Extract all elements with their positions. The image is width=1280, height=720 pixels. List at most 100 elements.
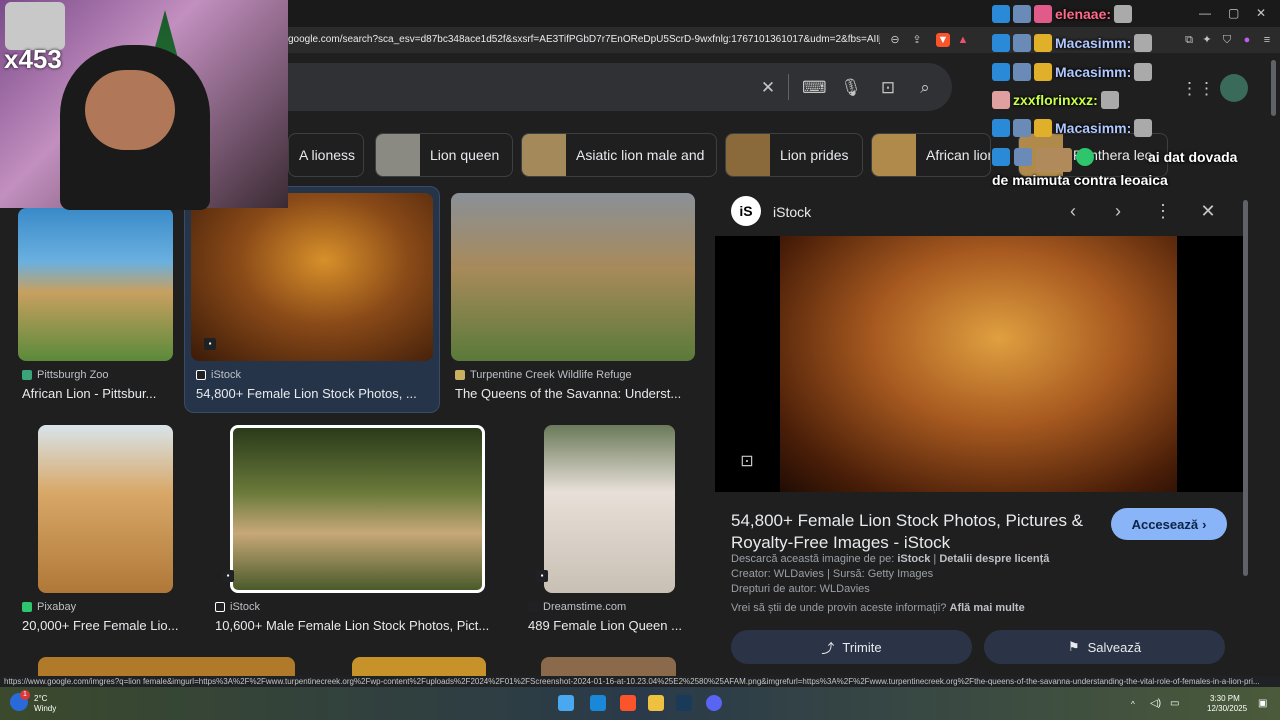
learn-more-link[interactable]: Află mai multe bbox=[950, 602, 1025, 614]
apps-grid-icon[interactable]: ⋮⋮ bbox=[1181, 78, 1215, 100]
result-image[interactable] bbox=[230, 425, 485, 593]
previous-icon[interactable]: ‹ bbox=[1061, 199, 1085, 223]
maximize-icon[interactable]: ▢ bbox=[1228, 6, 1239, 20]
brave-shield-icon[interactable]: ▼ bbox=[936, 33, 950, 47]
share-button[interactable]: ⤴ Trimite bbox=[731, 630, 972, 664]
result-title[interactable]: 10,600+ Male Female Lion Stock Photos, P… bbox=[215, 618, 505, 633]
search-icon[interactable]: ⌕ bbox=[914, 77, 936, 99]
shield-icon[interactable]: ⛉ bbox=[1220, 33, 1234, 47]
badge-icon bbox=[1034, 5, 1052, 23]
chip-african-lion[interactable]: African lion bbox=[871, 133, 991, 177]
notifications-icon[interactable]: ▣ bbox=[1258, 699, 1267, 709]
page-scrollbar[interactable] bbox=[1271, 60, 1276, 116]
emote-icon bbox=[1134, 34, 1153, 52]
weather-text[interactable]: Windy bbox=[34, 704, 56, 713]
result-title[interactable]: 54,800+ Female Lion Stock Photos, ... bbox=[196, 386, 430, 401]
pixabay-favicon bbox=[22, 602, 32, 612]
chip-lion-queen[interactable]: Lion queen bbox=[375, 133, 513, 177]
copyright-line: Drepturi de autor: WLDavies bbox=[731, 583, 870, 595]
result-title[interactable]: 489 Female Lion Queen ... bbox=[528, 618, 693, 633]
clock-time[interactable]: 3:30 PM bbox=[1210, 694, 1240, 703]
emote-icon bbox=[1036, 148, 1072, 172]
menu-icon[interactable]: ≡ bbox=[1260, 33, 1274, 47]
emote-icon bbox=[1134, 63, 1153, 81]
chip-lion-prides[interactable]: Lion prides bbox=[725, 133, 863, 177]
rewards-icon[interactable]: ▲ bbox=[956, 33, 970, 47]
start-icon[interactable] bbox=[558, 695, 574, 711]
chevron-right-icon: › bbox=[1202, 516, 1207, 532]
source-name: iStock bbox=[211, 369, 241, 381]
steam-icon[interactable] bbox=[676, 695, 692, 711]
more-options-icon[interactable]: ⋮ bbox=[1151, 199, 1175, 223]
keyboard-icon[interactable]: ⌨ bbox=[802, 77, 827, 99]
file-explorer-icon[interactable] bbox=[648, 695, 664, 711]
network-icon[interactable]: ▭ bbox=[1170, 699, 1179, 709]
clock-date[interactable]: 12/30/2025 bbox=[1207, 704, 1247, 713]
badge-icon bbox=[992, 63, 1010, 81]
result-source[interactable]: Pixabay bbox=[22, 601, 76, 613]
url-text[interactable]: google.com/search?sca_esv=d87bc348ace1d5… bbox=[288, 34, 880, 45]
discord-icon[interactable] bbox=[706, 695, 722, 711]
taskbar-app-icon[interactable] bbox=[590, 695, 606, 711]
save-label: Salvează bbox=[1087, 639, 1142, 655]
clear-search-icon[interactable]: ✕ bbox=[757, 77, 779, 99]
result-title[interactable]: The Queens of the Savanna: Underst... bbox=[455, 386, 695, 401]
result-source[interactable]: iStock bbox=[215, 601, 260, 613]
result-image[interactable] bbox=[38, 425, 173, 593]
chip-asiatic-lion[interactable]: Asiatic lion male and bbox=[521, 133, 717, 177]
result-title[interactable]: 20,000+ Free Female Lio... bbox=[22, 618, 190, 633]
result-source[interactable]: Dreamstime.com bbox=[528, 601, 626, 613]
result-source[interactable]: Turpentine Creek Wildlife Refuge bbox=[455, 369, 632, 381]
tray-chevron-icon[interactable]: ^ bbox=[1131, 700, 1135, 709]
result-image[interactable] bbox=[38, 657, 295, 676]
panel-scrollbar[interactable] bbox=[1243, 200, 1248, 576]
result-image[interactable] bbox=[352, 657, 486, 676]
result-image[interactable] bbox=[541, 657, 676, 676]
profile-icon[interactable]: ● bbox=[1240, 33, 1254, 47]
license-link[interactable]: Detalii despre licență bbox=[939, 553, 1049, 565]
avatar[interactable] bbox=[1220, 74, 1248, 102]
download-site[interactable]: iStock bbox=[897, 553, 930, 565]
chip-label: A lioness bbox=[299, 147, 356, 163]
result-image[interactable] bbox=[451, 193, 695, 361]
lens-icon[interactable]: ⊡ bbox=[877, 77, 899, 99]
emote-icon bbox=[1134, 119, 1153, 137]
visit-label: Accesează bbox=[1131, 516, 1199, 532]
dreamstime-favicon bbox=[528, 602, 538, 612]
microphone-icon[interactable]: 🎙 bbox=[840, 77, 862, 99]
lens-search-icon[interactable]: ⊡ bbox=[735, 450, 759, 474]
panel-site-name[interactable]: iStock bbox=[773, 204, 811, 220]
share-page-icon[interactable]: ⇪ bbox=[910, 33, 924, 47]
extensions-icon[interactable]: ⧉ bbox=[1182, 33, 1196, 47]
zoom-icon[interactable]: ⊖ bbox=[888, 33, 902, 47]
emote-icon bbox=[1100, 91, 1119, 109]
chat-message: Macasimm: bbox=[992, 63, 1153, 81]
chip-thumbnail bbox=[872, 134, 916, 176]
panel-title[interactable]: 54,800+ Female Lion Stock Photos, Pictur… bbox=[731, 510, 1096, 554]
pittsburgh-zoo-favicon bbox=[22, 370, 32, 380]
close-window-icon[interactable]: ✕ bbox=[1256, 6, 1266, 20]
next-icon[interactable]: › bbox=[1106, 199, 1130, 223]
result-image[interactable] bbox=[18, 208, 173, 361]
close-panel-icon[interactable]: ✕ bbox=[1196, 199, 1220, 223]
download-line: Descarcă această imagine de pe: iStock |… bbox=[731, 553, 1050, 565]
result-title[interactable]: African Lion - Pittsbur... bbox=[22, 386, 172, 401]
result-image[interactable] bbox=[544, 425, 675, 593]
result-source[interactable]: iStock bbox=[196, 369, 241, 381]
search-divider bbox=[788, 74, 789, 100]
visit-button[interactable]: Accesează › bbox=[1111, 508, 1227, 540]
istock-logo-icon[interactable]: iS bbox=[731, 196, 761, 226]
wallet-icon[interactable]: ✦ bbox=[1200, 33, 1214, 47]
preview-image[interactable] bbox=[780, 236, 1177, 492]
status-url: https://www.google.com/imgres?q=lion fem… bbox=[0, 676, 1280, 687]
brave-browser-icon[interactable] bbox=[620, 695, 636, 711]
save-button[interactable]: ⚑ Salvează bbox=[984, 630, 1225, 664]
result-source[interactable]: Pittsburgh Zoo bbox=[22, 369, 109, 381]
temperature[interactable]: 2°C bbox=[34, 694, 47, 703]
chat-user: Macasimm: bbox=[1055, 64, 1132, 80]
volume-icon[interactable]: ◁) bbox=[1150, 699, 1161, 709]
source-name: Turpentine Creek Wildlife Refuge bbox=[470, 369, 632, 381]
result-image[interactable] bbox=[191, 193, 433, 361]
chip-a-lioness[interactable]: A lioness bbox=[288, 133, 364, 177]
minimize-icon[interactable]: — bbox=[1199, 6, 1211, 20]
